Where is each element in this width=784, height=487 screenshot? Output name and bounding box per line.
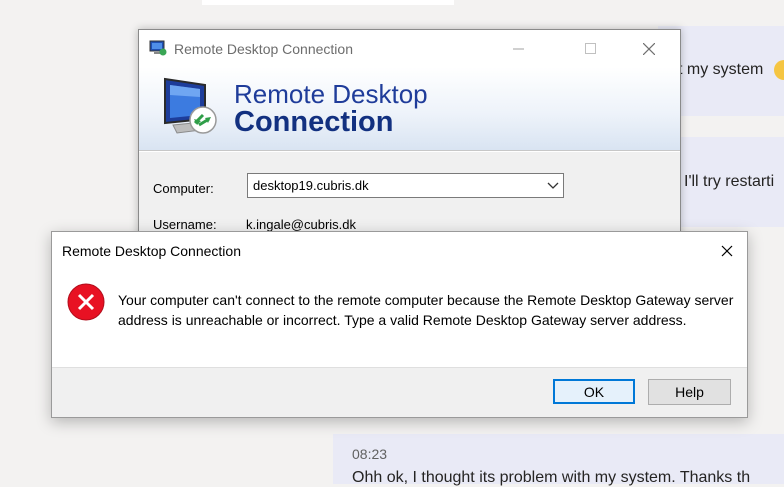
dialog-title: Remote Desktop Connection — [62, 243, 241, 259]
computer-label: Computer: — [153, 181, 214, 196]
maximize-icon — [584, 43, 596, 54]
close-icon — [643, 42, 655, 55]
computer-combobox[interactable]: desktop19.cubris.dk — [247, 173, 564, 198]
minimize-button[interactable] — [495, 30, 541, 67]
error-message: Your computer can't connect to the remot… — [118, 292, 734, 328]
computer-value: desktop19.cubris.dk — [253, 178, 369, 193]
chat-message-3-time: 08:23 — [352, 446, 388, 462]
rdc-window: Remote Desktop Connection Remote Desktop… — [138, 29, 681, 241]
top-strip — [202, 0, 454, 5]
error-dialog: Remote Desktop Connection Your computer … — [51, 231, 748, 418]
rdc-banner: Remote Desktop Connection — [139, 67, 680, 150]
close-icon[interactable] — [712, 238, 742, 264]
chat-message-1-text: t my system — [678, 61, 764, 78]
dialog-footer: OK Help — [52, 367, 747, 417]
help-button[interactable]: Help — [648, 379, 731, 405]
ok-button[interactable]: OK — [553, 379, 635, 404]
error-x-circle-icon — [67, 283, 105, 321]
remote-desktop-logo-icon — [164, 77, 217, 134]
chevron-down-icon[interactable] — [547, 178, 559, 192]
chat-message-3-text: Ohh ok, I thought its problem with my sy… — [352, 469, 751, 486]
username-value: k.ingale@cubris.dk — [246, 217, 357, 232]
window-title: Remote Desktop Connection — [174, 41, 353, 57]
minimize-icon — [512, 48, 524, 50]
rdc-titlebar[interactable]: Remote Desktop Connection — [139, 30, 680, 67]
brand-line-2: Connection — [234, 106, 394, 138]
divider-highlight — [139, 151, 680, 152]
maximize-button[interactable] — [567, 30, 613, 67]
chat-message-2-text: I'll try restarti — [684, 173, 775, 190]
remote-desktop-icon — [149, 40, 167, 56]
username-label: Username: — [153, 217, 217, 232]
close-button[interactable] — [626, 30, 672, 67]
